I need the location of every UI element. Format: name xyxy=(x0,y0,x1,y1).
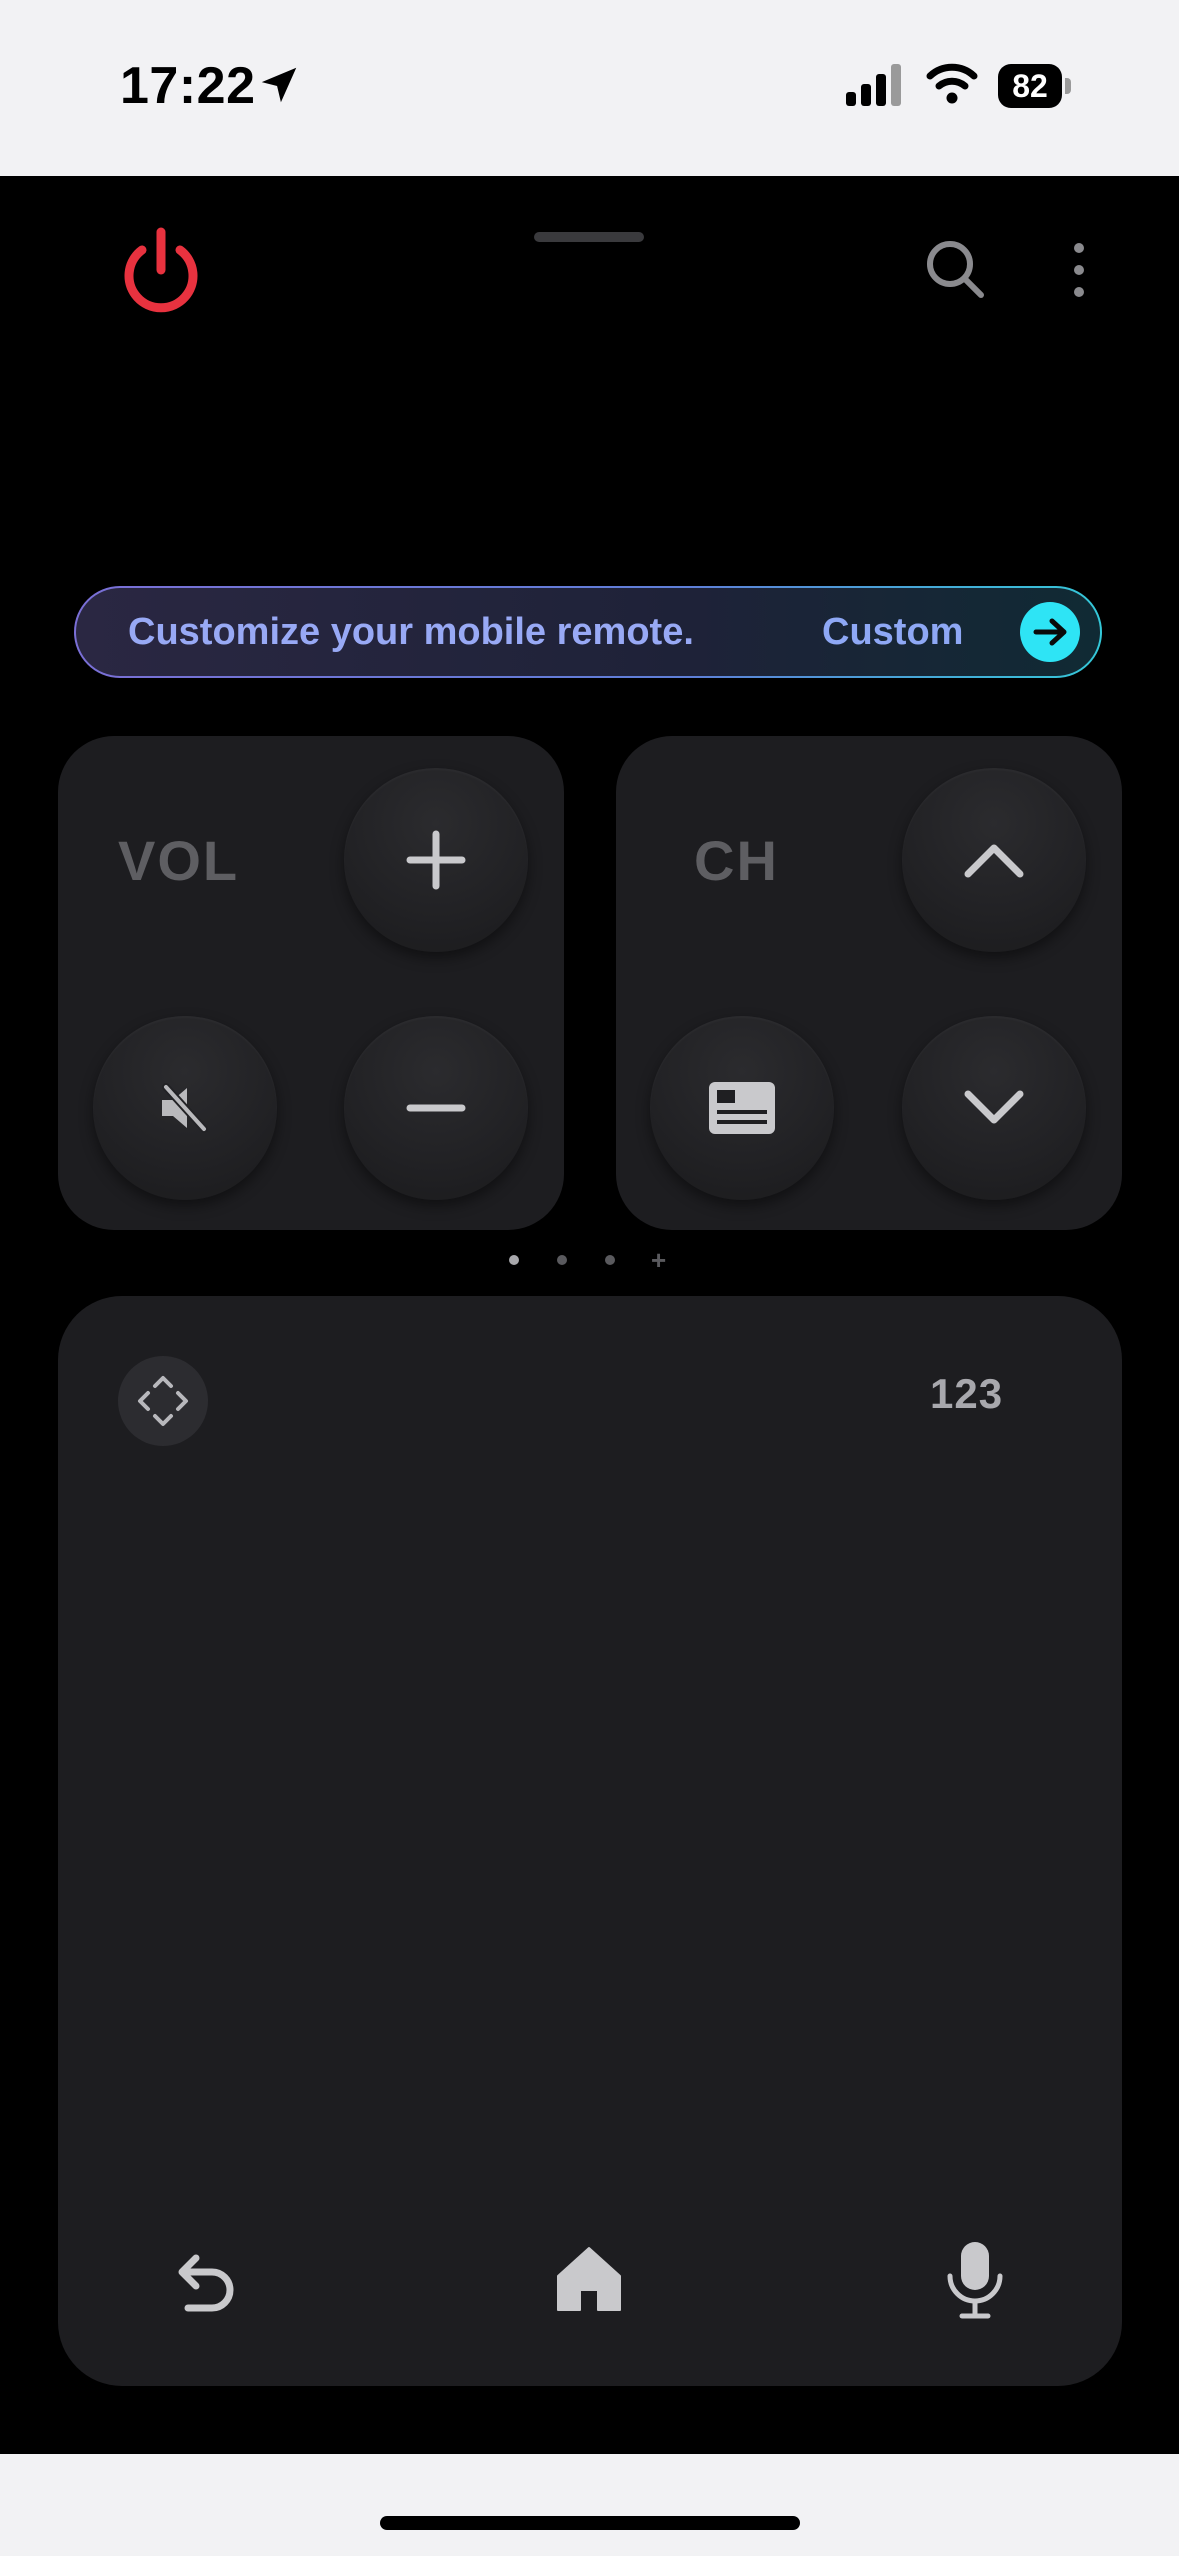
chevron-up-icon xyxy=(964,844,1024,878)
banner-text-marquee: Custom xyxy=(822,611,964,653)
banner-body: Customize your mobile remote. Custom xyxy=(76,588,1100,676)
page-dot-2[interactable] xyxy=(557,1255,567,1265)
battery-icon: 82 xyxy=(998,64,1071,108)
channel-label: CH xyxy=(694,829,779,892)
battery-cap xyxy=(1065,78,1071,94)
volume-up-button[interactable] xyxy=(344,768,528,952)
touchpad[interactable] xyxy=(58,1296,1122,2386)
arrow-right-icon xyxy=(1033,618,1067,646)
microphone-icon xyxy=(947,2242,1003,2319)
volume-label: VOL xyxy=(118,829,240,892)
move-button[interactable] xyxy=(118,1356,208,1446)
home-icon xyxy=(557,2247,621,2311)
battery-level: 82 xyxy=(1012,68,1048,104)
more-vertical-icon xyxy=(1074,243,1084,297)
page-dot-3[interactable] xyxy=(605,1255,615,1265)
mute-icon xyxy=(162,1083,208,1133)
power-button[interactable] xyxy=(118,226,204,318)
page-dot-1[interactable] xyxy=(509,1255,519,1265)
add-page-button[interactable]: + xyxy=(651,1247,666,1273)
number-keypad-button[interactable]: 123 xyxy=(930,1370,1003,1418)
back-icon xyxy=(178,2254,234,2312)
sheet-grabber[interactable] xyxy=(534,232,644,242)
voice-button[interactable] xyxy=(944,2240,1006,2322)
minus-icon xyxy=(406,1104,466,1112)
home-button[interactable] xyxy=(554,2244,624,2314)
power-icon xyxy=(124,227,198,313)
customize-banner[interactable]: Customize your mobile remote. Custom xyxy=(74,586,1102,678)
channel-down-button[interactable] xyxy=(902,1016,1086,1200)
banner-arrow-button[interactable] xyxy=(1020,602,1080,662)
banner-text: Customize your mobile remote. xyxy=(128,611,694,653)
status-time: 17:22 xyxy=(120,57,256,115)
mute-button[interactable] xyxy=(93,1016,277,1200)
volume-down-button[interactable] xyxy=(344,1016,528,1200)
guide-icon xyxy=(709,1082,775,1134)
search-button[interactable] xyxy=(924,238,986,300)
guide-button[interactable] xyxy=(650,1016,834,1200)
cellular-signal-icon xyxy=(844,62,906,113)
plus-icon xyxy=(406,830,466,890)
more-options-button[interactable] xyxy=(1064,240,1094,300)
wifi-icon xyxy=(926,60,978,111)
move-arrows-icon xyxy=(138,1376,188,1426)
back-button[interactable] xyxy=(166,2242,240,2316)
home-indicator[interactable] xyxy=(380,2516,800,2530)
search-icon xyxy=(927,241,984,298)
chevron-down-icon xyxy=(964,1090,1024,1124)
location-arrow-icon xyxy=(256,62,302,113)
channel-up-button[interactable] xyxy=(902,768,1086,952)
